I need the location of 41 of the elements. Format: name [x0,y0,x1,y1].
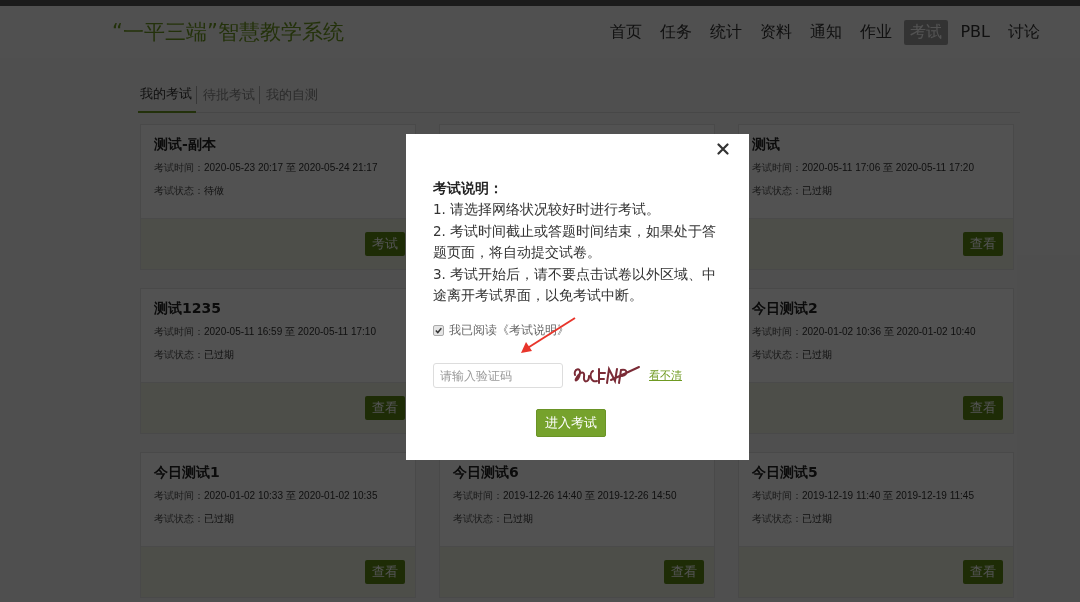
exam-time: 2020-01-02 10:36 至 2020-01-02 10:40 [802,326,976,337]
exam-title: 今日测试1 [154,464,221,482]
agree-checkbox[interactable] [433,324,444,336]
exam-time: 2020-05-11 17:06 至 2020-05-11 17:20 [802,162,974,173]
nav-item[interactable]: 作业 [854,19,899,45]
exam-button[interactable]: 查看 [365,396,405,420]
instruction-text: 3. 考试开始后，请不要点击试卷以外区域、中途离开考试界面，以免考试中断。 [433,264,718,305]
close-icon[interactable] [717,143,729,155]
exam-time: 2020-05-23 20:17 至 2020-05-24 21:17 [204,162,378,173]
exam-button[interactable]: 查看 [963,396,1003,420]
instruction-text: 1. 请选择网络状况较好时进行考试。 [433,200,662,219]
exam-button[interactable]: 查看 [963,560,1003,584]
exam-title: 测试 [752,136,781,154]
exam-title: 测试-副本 [154,136,217,154]
exam-title: 今日测试2 [752,300,819,318]
nav-item[interactable]: PBL [954,19,996,45]
exam-time: 2019-12-19 11:40 至 2019-12-19 11:45 [802,490,974,501]
captcha-field[interactable]: 请输入验证码 [433,363,563,388]
exam-button[interactable]: 查看 [365,560,405,584]
exam-button[interactable]: 查看 [664,560,704,584]
exam-status: 待做 [204,185,224,196]
enter-exam-button[interactable]: 进入考试 [536,408,606,437]
instruction-text: 2. 考试时间截止或答题时间结束，如果处于答题页面，将自动提交试卷。 [433,221,718,262]
exam-time: 2019-12-26 14:40 至 2019-12-26 14:50 [503,490,677,501]
exam-time: 2020-01-02 10:33 至 2020-01-02 10:35 [204,490,378,501]
exam-title: 测试1235 [154,300,222,318]
nav-item[interactable]: 讨论 [1002,19,1046,45]
tab[interactable]: 我的考试 [138,85,196,113]
refresh-captcha-link[interactable]: 看不清 [649,368,682,383]
exam-title: 今日测试6 [453,464,520,482]
exam-time: 2020-05-11 16:59 至 2020-05-11 17:10 [204,326,376,337]
dialog-heading: 考试说明： [433,179,504,198]
nav-item[interactable]: 任务 [654,19,699,45]
site-logo: “一平三端”智慧教学系统 [112,19,344,46]
exam-title: 今日测试5 [752,464,819,482]
exam-button[interactable]: 考试 [365,232,405,256]
nav-item[interactable]: 资料 [754,19,799,45]
exam-button[interactable]: 查看 [963,232,1003,256]
nav-item[interactable]: 首页 [604,19,649,45]
nav-item[interactable]: 统计 [704,19,749,45]
nav-item[interactable]: 通知 [804,19,849,45]
